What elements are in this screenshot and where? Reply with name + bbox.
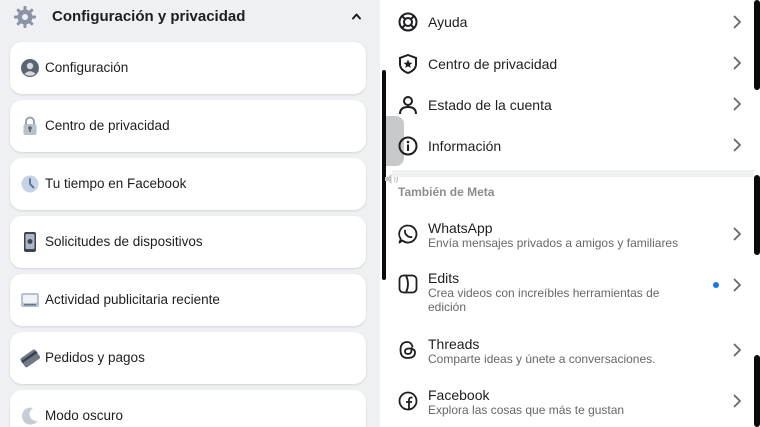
menu-item-label: Ayuda	[428, 14, 468, 30]
app-item-facebook[interactable]: Facebook Explora las cosas que más te gu…	[384, 379, 754, 425]
app-item-whatsapp[interactable]: WhatsApp Envía mensajes privados a amigo…	[384, 212, 754, 258]
app-title: WhatsApp	[428, 220, 493, 236]
section-label-also-from-meta: También de Meta	[398, 185, 495, 199]
account-icon	[21, 59, 39, 77]
menu-item-label: Centro de privacidad	[428, 56, 558, 72]
app-subtitle: Explora las cosas que más te gustan	[428, 403, 625, 417]
settings-item-label: Pedidos y pagos	[45, 350, 145, 365]
app-title: Facebook	[428, 387, 490, 403]
lifebuoy-icon	[398, 12, 418, 32]
settings-item-orders-payments[interactable]: Pedidos y pagos	[10, 332, 366, 384]
settings-item-ad-activity[interactable]: Actividad publicitaria reciente	[10, 274, 366, 326]
settings-item-privacy-center[interactable]: Centro de privacidad	[10, 100, 366, 152]
settings-privacy-header[interactable]: Configuración y privacidad	[0, 0, 380, 34]
device-edge	[754, 355, 760, 427]
chevron-right-icon	[733, 394, 741, 408]
menu-item-privacy-center[interactable]: Centro de privacidad	[384, 44, 754, 85]
edits-icon	[398, 274, 418, 294]
menu-item-account-status[interactable]: Estado de la cuenta	[384, 85, 754, 126]
app-item-threads[interactable]: Threads Comparte ideas y únete a convers…	[384, 328, 754, 374]
settings-panel: Configuración y privacidad Configuración…	[0, 0, 380, 427]
section-divider	[392, 170, 754, 177]
settings-item-label: Centro de privacidad	[45, 118, 170, 133]
app-title: Threads	[428, 336, 480, 352]
settings-item-label: Configuración	[45, 60, 129, 75]
settings-item-time-on-facebook[interactable]: Tu tiempo en Facebook	[10, 158, 366, 210]
chevron-right-icon	[733, 15, 741, 29]
chevron-right-icon	[733, 278, 741, 292]
ad-icon	[21, 293, 39, 307]
lock-icon	[23, 116, 37, 135]
whatsapp-icon	[398, 224, 418, 244]
menu-item-information[interactable]: Información	[384, 126, 754, 166]
menu-item-label: Estado de la cuenta	[428, 97, 552, 113]
menu-item-label: Información	[428, 138, 502, 154]
menu-item-help[interactable]: Ayuda	[384, 0, 754, 44]
chevron-right-icon	[733, 56, 741, 70]
chevron-right-icon	[733, 97, 741, 111]
clock-icon	[21, 175, 39, 193]
device-edge	[754, 175, 760, 255]
settings-item-label: Modo oscuro	[45, 408, 124, 423]
new-badge-dot	[713, 282, 719, 288]
settings-privacy-title: Configuración y privacidad	[52, 8, 246, 25]
settings-item-label: Tu tiempo en Facebook	[45, 176, 187, 191]
settings-item-dark-mode[interactable]: Modo oscuro	[10, 390, 366, 427]
shield-star-icon	[399, 54, 417, 74]
app-title: Edits	[428, 270, 460, 286]
gear-icon	[14, 6, 36, 28]
threads-icon	[399, 341, 416, 359]
app-subtitle: Envía mensajes privados a amigos y famil…	[428, 236, 679, 250]
device-edge	[754, 0, 760, 90]
info-icon	[398, 136, 418, 156]
app-item-edits[interactable]: Edits Crea videos con increíbles herrami…	[384, 262, 754, 322]
payment-card-icon	[20, 349, 40, 368]
settings-item-label: Actividad publicitaria reciente	[45, 292, 220, 307]
settings-item-configuracion[interactable]: Configuración	[10, 42, 366, 94]
facebook-icon	[398, 391, 418, 411]
device-icon	[24, 232, 36, 252]
moon-icon	[22, 407, 38, 425]
chevron-right-icon	[733, 227, 741, 241]
settings-item-device-requests[interactable]: Solicitudes de dispositivos	[10, 216, 366, 268]
chevron-right-icon	[733, 138, 741, 152]
chevron-up-icon[interactable]	[351, 11, 362, 22]
person-icon	[399, 96, 417, 115]
app-subtitle: Comparte ideas y únete a conversaciones.	[428, 352, 656, 366]
chevron-right-icon	[733, 343, 741, 357]
app-subtitle: Crea videos con increíbles herramientas …	[428, 286, 660, 314]
settings-item-label: Solicitudes de dispositivos	[45, 234, 203, 249]
